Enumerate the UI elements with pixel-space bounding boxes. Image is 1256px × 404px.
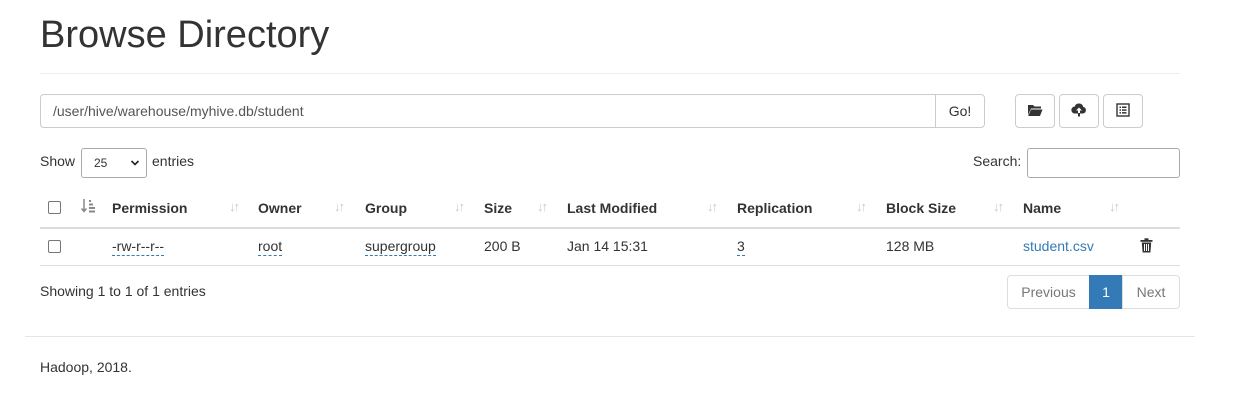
footer-divider — [25, 336, 1195, 337]
column-block-size[interactable]: Block Size — [886, 200, 956, 216]
column-name[interactable]: Name — [1023, 200, 1061, 216]
column-permission[interactable]: Permission — [112, 200, 187, 216]
previous-page-button[interactable]: Previous — [1007, 275, 1090, 309]
last-modified-cell: Jan 14 15:31 — [567, 238, 648, 254]
sort-icon[interactable]: ↓↑ — [856, 199, 867, 214]
group-cell[interactable]: supergroup — [365, 238, 436, 256]
column-owner[interactable]: Owner — [258, 200, 302, 216]
row-checkbox[interactable] — [48, 240, 61, 253]
search-input[interactable] — [1027, 148, 1180, 178]
replication-cell[interactable]: 3 — [737, 238, 745, 256]
show-label: Show — [40, 153, 76, 169]
table-header-divider — [40, 227, 1180, 229]
trash-icon[interactable] — [1140, 238, 1153, 256]
entries-label: entries — [152, 153, 195, 169]
sort-icon[interactable]: ↓↑ — [334, 199, 345, 214]
path-bar: Go! — [40, 94, 985, 128]
page-1-button[interactable]: 1 — [1089, 275, 1123, 309]
next-page-button[interactable]: Next — [1122, 275, 1180, 309]
column-replication[interactable]: Replication — [737, 200, 812, 216]
footer-text: Hadoop, 2018. — [40, 359, 132, 375]
list-icon — [1116, 102, 1130, 120]
search-label: Search: — [973, 153, 1022, 169]
cut-paste-button[interactable] — [1103, 94, 1143, 128]
block-size-cell: 128 MB — [886, 238, 935, 254]
owner-cell[interactable]: root — [258, 238, 283, 256]
table-info: Showing 1 to 1 of 1 entries — [40, 283, 206, 299]
path-input[interactable] — [40, 94, 936, 128]
sort-numeric-icon[interactable] — [80, 198, 96, 217]
file-name-link[interactable]: student.csv — [1023, 238, 1094, 254]
upload-button[interactable] — [1059, 94, 1099, 128]
sort-icon[interactable]: ↓↑ — [537, 199, 548, 214]
entries-select-value: 25 — [94, 156, 108, 170]
column-group[interactable]: Group — [365, 200, 407, 216]
go-button[interactable]: Go! — [935, 94, 985, 128]
sort-icon[interactable]: ↓↑ — [993, 199, 1004, 214]
create-directory-button[interactable] — [1015, 94, 1055, 128]
permission-cell[interactable]: -rw-r--r-- — [112, 238, 165, 256]
pagination: Previous 1 Next — [1007, 275, 1180, 309]
title-divider — [40, 73, 1180, 74]
sort-icon[interactable]: ↓↑ — [1109, 199, 1120, 214]
column-last-modified[interactable]: Last Modified — [567, 200, 657, 216]
sort-icon[interactable]: ↓↑ — [229, 199, 240, 214]
folder-open-icon — [1027, 103, 1043, 120]
table-row-divider — [40, 265, 1180, 266]
chevron-down-icon — [130, 157, 140, 172]
sort-icon[interactable]: ↓↑ — [707, 199, 718, 214]
upload-icon — [1071, 103, 1087, 120]
select-all-checkbox[interactable] — [48, 201, 61, 214]
size-cell: 200 B — [484, 238, 521, 254]
page-title: Browse Directory — [40, 14, 330, 56]
column-size[interactable]: Size — [484, 200, 512, 216]
entries-select[interactable]: 25 — [81, 148, 147, 178]
sort-icon[interactable]: ↓↑ — [454, 199, 465, 214]
